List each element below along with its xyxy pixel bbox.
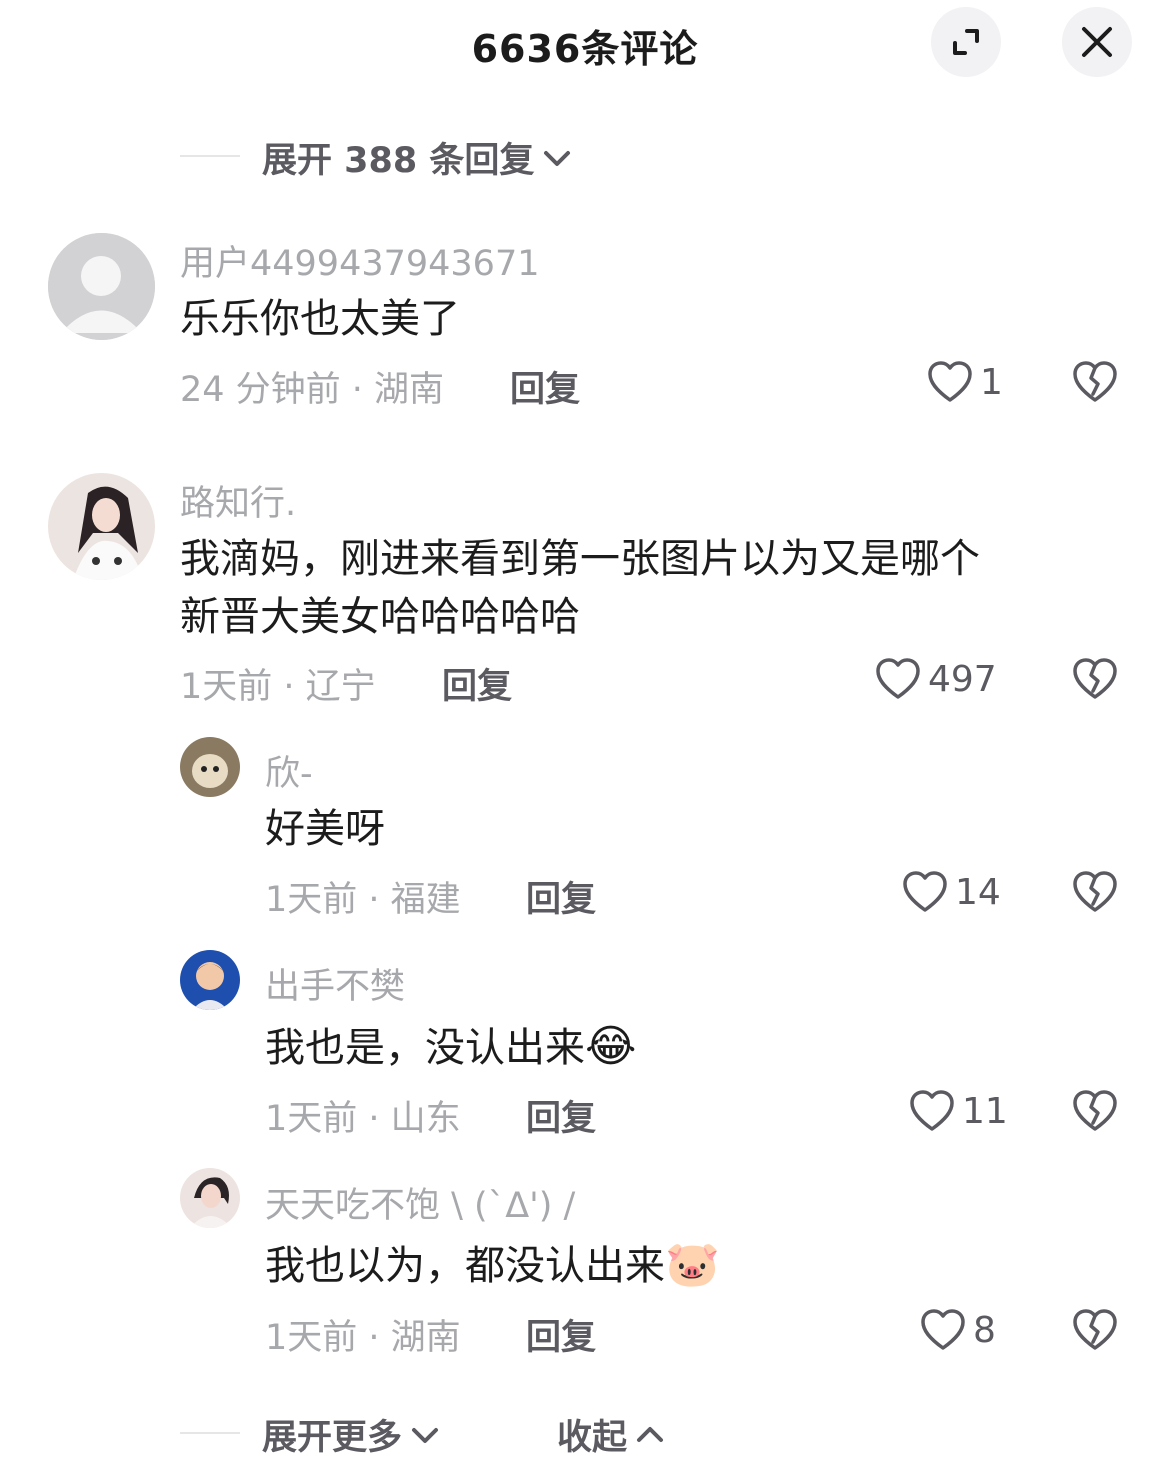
heart-icon [928,361,972,402]
avatar[interactable] [180,737,240,797]
like-count: 14 [955,871,1001,913]
comment-text: 乐乐你也太美了 [180,296,460,342]
comment-text: 我滴妈，刚进来看到第一张图片以为又是哪个 [180,536,980,582]
divider [180,1432,240,1434]
close-icon [1082,27,1112,57]
reply-meta: 1天前 · 湖南 [265,1318,461,1358]
collapse-button[interactable]: 收起 [557,1409,665,1460]
reply-button[interactable]: 回复 [526,1309,596,1360]
expand-replies-button[interactable]: 展开 388 条回复 [262,132,572,183]
default-avatar-icon [48,233,155,340]
reply-username[interactable]: 欣- [265,745,313,796]
heart-icon [903,871,947,912]
collapse-label: 收起 [557,1418,628,1458]
chevron-down-icon [412,1427,439,1443]
pig-emoji: 🐷 [665,1239,720,1290]
cat-avatar [180,737,240,797]
reply-username[interactable]: 出手不樊 [265,958,405,1009]
dislike-button[interactable] [1071,1087,1119,1135]
divider [180,155,240,157]
reply-meta: 1天前 · 福建 [265,880,461,920]
reply-button[interactable]: 回复 [526,1090,596,1141]
broken-heart-icon [1073,871,1117,912]
dislike-button[interactable] [1071,868,1119,916]
dislike-button[interactable] [1071,358,1119,406]
like-button[interactable]: 497 [874,655,997,703]
dislike-button[interactable] [1071,655,1119,703]
reply-button[interactable]: 回复 [442,658,512,709]
reply-text-body: 我也以为，都没认出来 [265,1243,665,1289]
cartoon-avatar [180,950,240,1010]
reply-text: 我也以为，都没认出来🐷 [265,1236,720,1295]
expand-replies-label: 展开 388 条回复 [262,141,535,181]
expand-more-button[interactable]: 展开更多 [262,1409,440,1460]
heart-icon [921,1309,965,1350]
reply-button[interactable]: 回复 [526,871,596,922]
chevron-up-icon [637,1426,664,1442]
user-photo-avatar [48,473,155,580]
comment-meta: 24 分钟前 · 湖南 [180,370,445,410]
chevron-down-icon [544,150,571,166]
reply-text: 好美呀 [265,806,385,852]
like-button[interactable]: 11 [908,1087,1008,1135]
comment-username[interactable]: 用户4499437943671 [180,235,540,286]
reply-username[interactable]: 天天吃不饱 \ (`Δ') / [265,1177,575,1228]
reply-button[interactable]: 回复 [510,361,580,412]
like-count: 8 [973,1309,996,1351]
like-count: 1 [980,361,1003,403]
dislike-button[interactable] [1071,1306,1119,1354]
reply-text-body: 我也是，没认出来 [265,1025,585,1071]
like-button[interactable]: 1 [926,358,1003,406]
expand-button[interactable] [931,7,1001,77]
user-photo-avatar [180,1168,240,1228]
broken-heart-icon [1073,1090,1117,1131]
expand-icon [953,29,979,55]
broken-heart-icon [1073,658,1117,699]
avatar[interactable] [48,233,155,340]
avatar[interactable] [180,1168,240,1228]
comment-meta: 1天前 · 辽宁 [180,667,376,707]
like-count: 11 [962,1090,1008,1132]
like-button[interactable]: 8 [919,1306,996,1354]
comment-username[interactable]: 路知行. [180,475,296,526]
laughing-emoji: 😂 [585,1021,637,1072]
comment-text: 新晋大美女哈哈哈哈哈 [180,594,580,640]
reply-text: 我也是，没认出来😂 [265,1018,636,1077]
like-count: 497 [928,658,997,700]
avatar[interactable] [180,950,240,1010]
reply-meta: 1天前 · 山东 [265,1099,461,1139]
close-button[interactable] [1062,7,1132,77]
broken-heart-icon [1073,361,1117,402]
heart-icon [910,1090,954,1131]
avatar[interactable] [48,473,155,580]
expand-more-label: 展开更多 [262,1418,403,1458]
like-button[interactable]: 14 [901,868,1001,916]
heart-icon [876,658,920,699]
broken-heart-icon [1073,1309,1117,1350]
